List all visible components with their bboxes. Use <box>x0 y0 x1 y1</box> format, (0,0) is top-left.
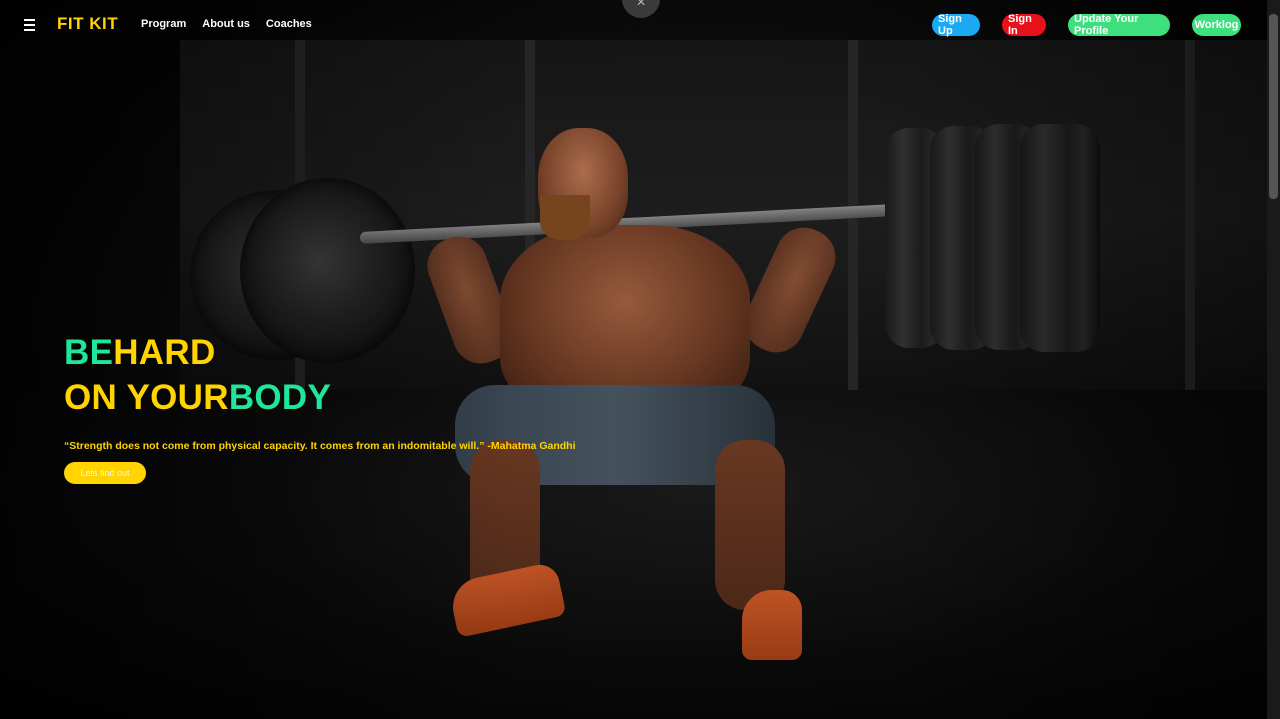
hero-headline: BEHARD ON YOURBODY <box>64 330 575 420</box>
update-profile-button[interactable]: Update Your Profile <box>1068 13 1170 37</box>
page-scrollbar[interactable] <box>1267 0 1280 719</box>
sign-in-button[interactable]: Sign In <box>1002 13 1046 37</box>
sign-up-button[interactable]: Sign Up <box>932 13 980 37</box>
scrollbar-thumb[interactable] <box>1269 14 1278 199</box>
nav-link-coaches[interactable]: Coaches <box>266 18 312 30</box>
nav-buttons: Sign Up Sign In Update Your Profile Work… <box>932 13 1241 37</box>
hero-section: BEHARD ON YOURBODY “Strength does not co… <box>64 330 575 484</box>
headline-be: BE <box>64 333 114 372</box>
headline-body: BODY <box>228 378 332 417</box>
worklog-button[interactable]: Worklog <box>1192 14 1241 36</box>
hamburger-menu-icon[interactable] <box>24 19 36 31</box>
landing-page: × FIT KIT Program About us Coaches Sign … <box>0 0 1280 719</box>
lets-find-out-button[interactable]: Lets find out <box>64 462 146 484</box>
brand-logo[interactable]: FIT KIT <box>57 14 118 34</box>
nav-links: Program About us Coaches <box>141 18 312 30</box>
nav-link-about-us[interactable]: About us <box>202 18 250 30</box>
nav-link-program[interactable]: Program <box>141 18 186 30</box>
hero-quote: “Strength does not come from physical ca… <box>64 440 576 452</box>
headline-hard: HARD <box>113 333 216 372</box>
headline-on-your: ON YOUR <box>64 378 229 417</box>
